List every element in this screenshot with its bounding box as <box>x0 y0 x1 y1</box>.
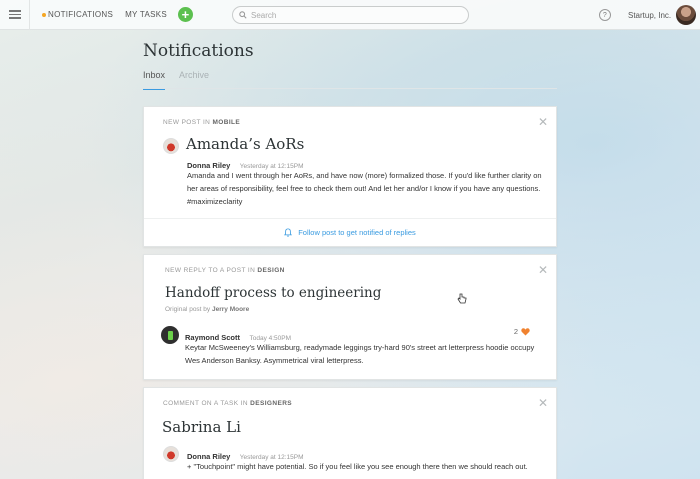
context-prefix: COMMENT ON A TASK IN <box>163 400 248 407</box>
close-icon[interactable]: ✕ <box>538 264 548 276</box>
card-context: COMMENT ON A TASK IN DESIGNERS <box>163 400 292 407</box>
nav-my-tasks[interactable]: MY TASKS <box>125 10 167 19</box>
user-avatar[interactable] <box>676 5 696 25</box>
context-prefix: NEW REPLY TO A POST IN <box>165 267 256 274</box>
help-icon[interactable]: ? <box>599 9 611 21</box>
nav-notifications[interactable]: NOTIFICATIONS <box>42 10 113 19</box>
like-count: 2 <box>513 327 518 336</box>
nav-my-tasks-label: MY TASKS <box>125 10 168 19</box>
reply-body: Keytar McSweeney's Williamsburg, readyma… <box>185 343 535 365</box>
comment-body: + "Touchpoint" might have potential. So … <box>187 462 528 471</box>
tab-archive[interactable]: Archive <box>179 70 209 90</box>
tabs: Inbox Archive <box>143 70 223 90</box>
original-post-meta: Original post by Jerry Moore <box>165 306 249 313</box>
search-icon <box>239 11 247 19</box>
bell-icon <box>284 228 293 237</box>
add-button[interactable]: + <box>178 7 194 22</box>
notification-card: ✕ NEW REPLY TO A POST IN DESIGN Handoff … <box>143 254 557 380</box>
post-title[interactable]: Amanda’s AoRs <box>186 135 304 153</box>
tab-inbox[interactable]: Inbox <box>143 70 166 90</box>
card-context: NEW REPLY TO A POST IN DESIGN <box>165 267 285 274</box>
original-prefix: Original post by <box>165 306 211 313</box>
tabs-divider <box>143 88 557 89</box>
unread-dot-icon <box>42 12 46 17</box>
task-title[interactable]: Sabrina Li <box>162 418 241 436</box>
hamburger-menu-icon[interactable] <box>0 0 30 30</box>
nav-notifications-label: NOTIFICATIONS <box>48 10 114 19</box>
heart-icon <box>521 327 530 336</box>
top-nav-bar: NOTIFICATIONS MY TASKS + ? Startup, Inc. <box>0 0 700 30</box>
search-box[interactable] <box>232 6 469 24</box>
context-project-link[interactable]: DESIGNERS <box>250 400 292 407</box>
post-body: Amanda and I went through her AoRs, and … <box>187 171 542 206</box>
follow-post-link[interactable]: Follow post to get notified of replies <box>144 218 556 246</box>
close-icon[interactable]: ✕ <box>538 116 548 128</box>
original-author[interactable]: Jerry Moore <box>212 306 249 313</box>
card-context: NEW POST IN MOBILE <box>163 119 240 126</box>
context-prefix: NEW POST IN <box>163 119 211 126</box>
org-name[interactable]: Startup, Inc. <box>628 11 671 20</box>
like-button[interactable]: 2 <box>514 327 530 336</box>
notification-card: ✕ COMMENT ON A TASK IN DESIGNERS Sabrina… <box>143 387 557 479</box>
post-title[interactable]: Handoff process to engineering <box>165 285 381 301</box>
context-project-link[interactable]: MOBILE <box>212 119 240 126</box>
context-project-link[interactable]: DESIGN <box>257 267 284 274</box>
author-avatar <box>163 138 179 154</box>
close-icon[interactable]: ✕ <box>538 397 548 409</box>
page-title: Notifications <box>143 41 254 61</box>
hand-cursor-icon <box>457 293 467 304</box>
author-avatar <box>163 446 179 462</box>
reply-author-avatar <box>161 326 179 344</box>
search-input[interactable] <box>251 10 451 20</box>
notification-card: ✕ NEW POST IN MOBILE Amanda’s AoRs Donna… <box>143 106 557 247</box>
follow-label: Follow post to get notified of replies <box>298 228 416 237</box>
